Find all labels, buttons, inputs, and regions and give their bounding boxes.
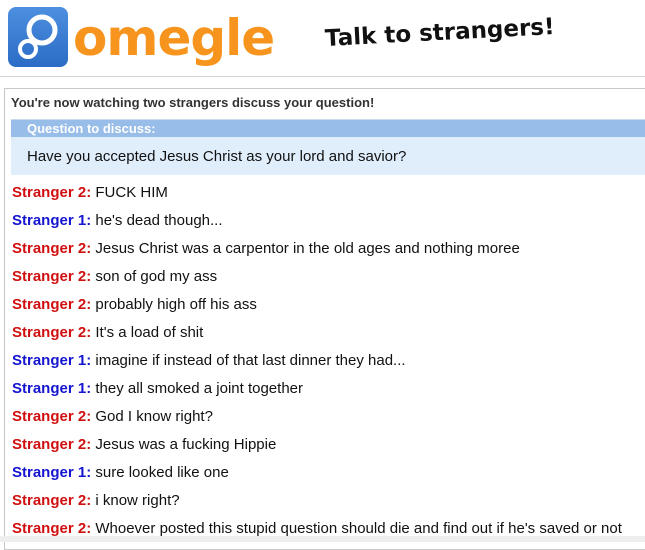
- site-header: omegle Talk to strangers!: [0, 0, 645, 77]
- message-text: son of god my ass: [95, 268, 218, 285]
- chat-message: Stranger 2: probably high off his ass: [12, 295, 645, 323]
- message-list: Stranger 2: FUCK HIM Stranger 1: he's de…: [12, 183, 645, 547]
- speaker-label: Stranger 2:: [12, 268, 92, 285]
- message-text: Jesus was a fucking Hippie: [95, 436, 277, 453]
- message-text: probably high off his ass: [95, 296, 257, 313]
- chat-message: Stranger 2: Whoever posted this stupid q…: [12, 519, 645, 547]
- speaker-label: Stranger 1:: [12, 212, 92, 229]
- chat-log: You're now watching two strangers discus…: [4, 88, 645, 550]
- chat-message: Stranger 2: i know right?: [12, 491, 645, 519]
- omegle-logo-icon[interactable]: [8, 7, 68, 67]
- speaker-label: Stranger 2:: [12, 240, 92, 257]
- speaker-label: Stranger 1:: [12, 380, 92, 397]
- chat-message: Stranger 1: sure looked like one: [12, 463, 645, 491]
- chat-message: Stranger 2: Jesus was a fucking Hippie: [12, 435, 645, 463]
- tagline: Talk to strangers!: [324, 13, 556, 52]
- message-text: It's a load of shit: [95, 324, 204, 341]
- chat-message: Stranger 2: Jesus Christ was a carpentor…: [12, 239, 645, 267]
- speaker-label: Stranger 2:: [12, 520, 92, 537]
- speaker-label: Stranger 2:: [12, 408, 92, 425]
- speaker-label: Stranger 2:: [12, 436, 92, 453]
- question-box: Question to discuss: Have you accepted J…: [11, 119, 645, 175]
- speaker-label: Stranger 2:: [12, 492, 92, 509]
- speaker-label: Stranger 2:: [12, 324, 92, 341]
- message-text: Whoever posted this stupid question shou…: [95, 520, 622, 537]
- question-text: Have you accepted Jesus Christ as your l…: [27, 148, 407, 165]
- message-text: God I know right?: [95, 408, 213, 425]
- speaker-label: Stranger 1:: [12, 464, 92, 481]
- chat-message: Stranger 2: God I know right?: [12, 407, 645, 435]
- message-text: FUCK HIM: [95, 184, 168, 201]
- message-text: they all smoked a joint together: [95, 380, 303, 397]
- status-message: You're now watching two strangers discus…: [11, 95, 375, 110]
- question-title: Question to discuss:: [11, 120, 645, 137]
- speaker-label: Stranger 2:: [12, 184, 92, 201]
- message-text: he's dead though...: [95, 212, 223, 229]
- message-text: imagine if instead of that last dinner t…: [95, 352, 406, 369]
- speaker-label: Stranger 1:: [12, 352, 92, 369]
- chat-message: Stranger 2: son of god my ass: [12, 267, 645, 295]
- chat-message: Stranger 1: they all smoked a joint toge…: [12, 379, 645, 407]
- chat-message: Stranger 2: It's a load of shit: [12, 323, 645, 351]
- chat-message: Stranger 2: FUCK HIM: [12, 183, 645, 211]
- speaker-label: Stranger 2:: [12, 296, 92, 313]
- chat-message: Stranger 1: he's dead though...: [12, 211, 645, 239]
- message-text: sure looked like one: [95, 464, 229, 481]
- bottom-scroll-edge: [0, 536, 645, 542]
- message-text: i know right?: [95, 492, 180, 509]
- chat-message: Stranger 1: imagine if instead of that l…: [12, 351, 645, 379]
- message-text: Jesus Christ was a carpentor in the old …: [95, 240, 520, 257]
- logo-wordmark[interactable]: omegle: [73, 0, 275, 76]
